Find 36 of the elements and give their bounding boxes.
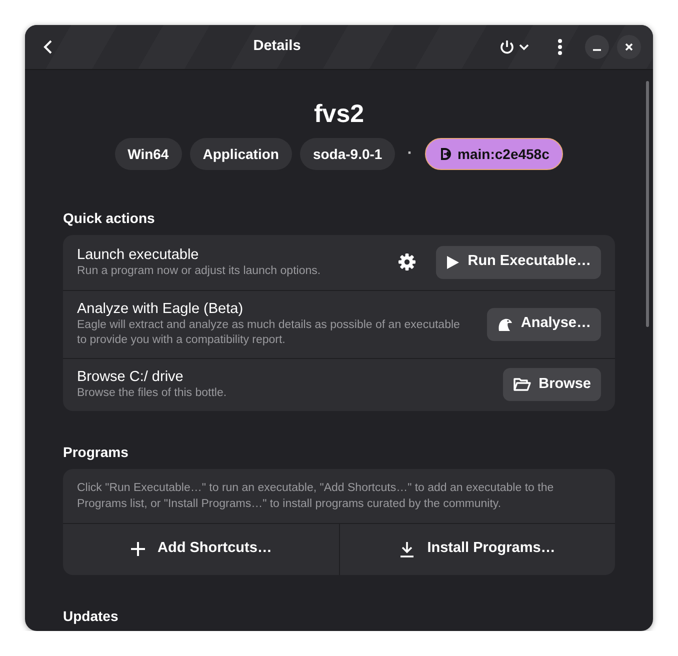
separator-dot: · — [407, 144, 413, 164]
install-programs-button[interactable]: Install Programs… — [338, 524, 615, 575]
folder-icon — [512, 377, 531, 392]
bottle-name: fvs2 — [312, 99, 366, 130]
programs-description: Click "Run Executable…" to run an executable, "Add Shortcuts…" to add an executable to the Programs list, or "Install Programs…" to install programs curated by the community. — [63, 468, 615, 524]
tag-pill: Win64 — [114, 138, 182, 170]
add-shortcuts-button[interactable]: Add Shortcuts… — [63, 524, 338, 575]
minimize-icon — [592, 49, 602, 51]
action-button[interactable]: Analyse… — [486, 308, 601, 341]
tag-pill: soda-9.0-1 — [300, 138, 396, 170]
window-title: Details — [252, 37, 302, 56]
scrollbar[interactable] — [646, 81, 649, 327]
section-heading: Programs — [63, 444, 130, 461]
row-subtitle: Run a program now or adjust its launch options. — [77, 264, 322, 279]
tag-pill: Application — [190, 138, 292, 170]
row-subtitle: Eagle will extract and analyze as much details as possible of an executable to provide you with a compatibility report. — [77, 318, 461, 348]
menu-icon — [557, 38, 563, 56]
play-icon — [446, 254, 460, 270]
caret-icon — [519, 43, 529, 51]
row-title: Launch executable — [77, 246, 200, 264]
row-title: Analyze with Eagle (Beta) — [77, 300, 244, 318]
branch-pill: main:c2e458c — [424, 138, 564, 170]
close-button[interactable] — [617, 35, 641, 59]
row-subtitle: Browse the files of this bottle. — [77, 386, 228, 402]
minimize-button[interactable] — [585, 35, 609, 59]
branch-icon — [438, 146, 451, 162]
action-button[interactable]: Browse — [502, 368, 601, 402]
power-icon — [499, 39, 515, 55]
download-icon — [399, 540, 416, 558]
plus-icon — [130, 541, 146, 558]
close-icon — [624, 42, 634, 52]
eagle-icon — [496, 317, 513, 332]
action-button[interactable]: Run Executable… — [436, 246, 601, 279]
section-heading: Updates — [63, 608, 120, 624]
section-heading: Quick actions — [63, 210, 156, 227]
row-title: Browse C:/ drive — [77, 368, 184, 386]
